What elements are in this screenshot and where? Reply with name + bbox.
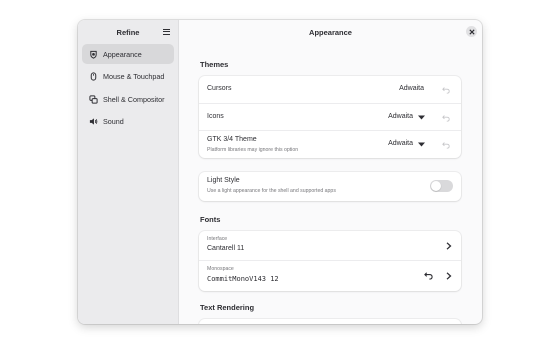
reset-icon xyxy=(441,113,451,123)
interface-font-row[interactable]: Interface Cantarell 11 xyxy=(199,231,461,261)
cursors-value: Adwaita xyxy=(399,85,424,92)
light-style-subtitle: Use a light appearance for the shell and… xyxy=(207,188,336,194)
app-window: Refine Appearance Mouse & Touchpad Shell… xyxy=(78,20,482,324)
close-icon xyxy=(468,28,475,35)
themes-card: Cursors Adwaita Icons Adwaita GTK 3/4 Th… xyxy=(199,76,461,158)
switch-knob xyxy=(431,181,441,191)
light-style-switch[interactable] xyxy=(430,180,453,192)
sidebar-item-label: Sound xyxy=(103,117,124,126)
themes-section-title: Themes xyxy=(200,60,229,69)
light-style-label: Light Style xyxy=(207,177,240,184)
gtk-theme-value[interactable]: Adwaita xyxy=(388,140,413,147)
icons-row[interactable]: Icons Adwaita xyxy=(199,104,461,131)
dropdown-arrow-icon[interactable] xyxy=(417,113,426,122)
interface-font-value: Cantarell 11 xyxy=(207,245,245,252)
monospace-font-label: Monospace xyxy=(207,266,234,272)
sidebar-header: Refine xyxy=(78,20,178,44)
text-rendering-card xyxy=(199,319,461,324)
page-title: Appearance xyxy=(309,28,352,37)
sidebar-item-sound[interactable]: Sound xyxy=(82,112,174,132)
hamburger-menu-icon[interactable] xyxy=(162,27,172,37)
sidebar: Refine Appearance Mouse & Touchpad Shell… xyxy=(78,20,179,324)
interface-font-label: Interface xyxy=(207,236,228,242)
gtk-theme-label: GTK 3/4 Theme xyxy=(207,136,257,143)
cursors-row: Cursors Adwaita xyxy=(199,76,461,104)
main-content: Appearance Themes Cursors Adwaita Icons … xyxy=(179,20,482,324)
close-button[interactable] xyxy=(466,26,477,37)
fonts-section-title: Fonts xyxy=(200,215,221,224)
icons-label: Icons xyxy=(207,113,224,120)
fonts-card: Interface Cantarell 11 Monospace CommitM… xyxy=(199,231,461,291)
mouse-icon xyxy=(88,72,98,82)
sidebar-item-appearance[interactable]: Appearance xyxy=(82,44,174,64)
sidebar-item-shell-compositor[interactable]: Shell & Compositor xyxy=(82,89,174,109)
light-style-card: Light Style Use a light appearance for t… xyxy=(199,172,461,201)
cursors-label: Cursors xyxy=(207,85,232,92)
chevron-right-icon[interactable] xyxy=(444,271,454,281)
chevron-right-icon[interactable] xyxy=(444,241,454,251)
text-rendering-section-title: Text Rendering xyxy=(200,303,255,312)
sidebar-item-mouse-touchpad[interactable]: Mouse & Touchpad xyxy=(82,67,174,87)
monospace-font-value: CommitMonoV143 12 xyxy=(207,275,279,283)
dropdown-arrow-icon[interactable] xyxy=(417,140,426,149)
reset-icon xyxy=(441,85,451,95)
monospace-font-row[interactable]: Monospace CommitMonoV143 12 xyxy=(199,261,461,291)
gtk-theme-subtitle: Platform libraries may ignore this optio… xyxy=(207,147,299,153)
gtk-theme-row[interactable]: GTK 3/4 Theme Platform libraries may ign… xyxy=(199,131,461,158)
appearance-icon xyxy=(88,49,98,59)
sidebar-item-label: Appearance xyxy=(103,49,142,59)
sidebar-item-label: Shell & Compositor xyxy=(103,94,165,104)
windows-icon xyxy=(88,94,98,104)
icons-value[interactable]: Adwaita xyxy=(388,113,413,120)
reset-icon[interactable] xyxy=(423,270,434,281)
speaker-icon xyxy=(88,117,98,127)
light-style-row[interactable]: Light Style Use a light appearance for t… xyxy=(199,172,461,201)
sidebar-item-label: Mouse & Touchpad xyxy=(103,72,165,81)
main-header: Appearance xyxy=(179,20,482,44)
sidebar-nav: Appearance Mouse & Touchpad Shell & Comp… xyxy=(78,44,178,132)
reset-icon xyxy=(441,140,451,150)
